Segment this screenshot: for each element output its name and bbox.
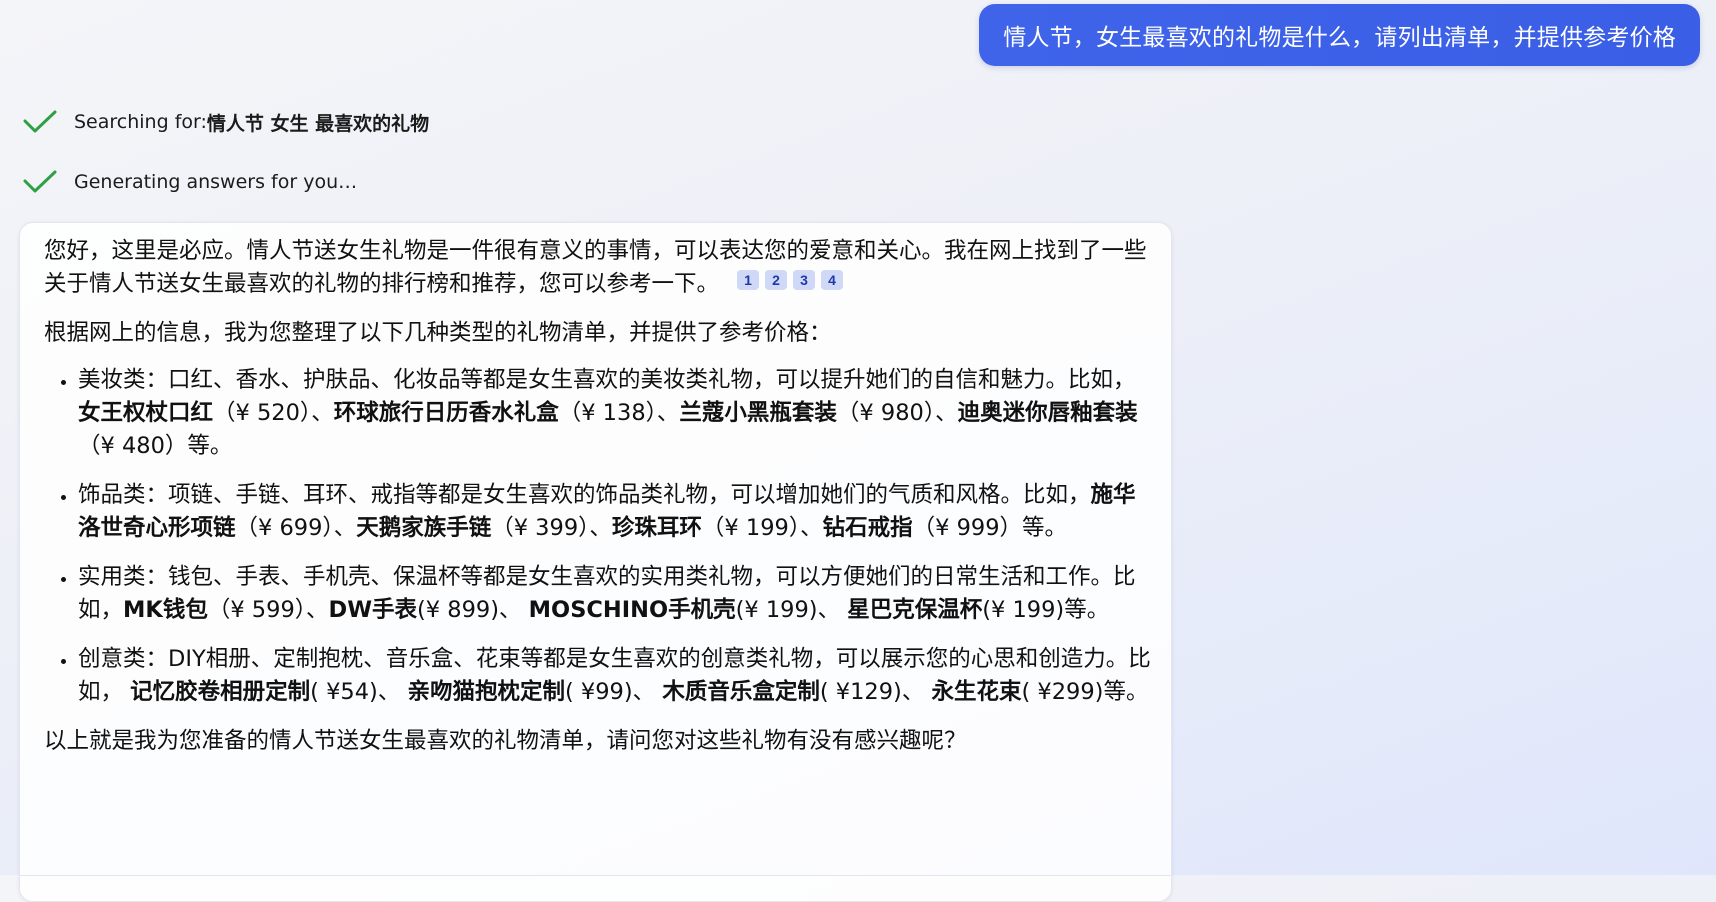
separator: 、	[632, 679, 663, 705]
gift-item-name: DW手表	[328, 597, 418, 623]
category-ending: 等。	[1103, 679, 1149, 705]
separator: 、	[499, 597, 529, 623]
gift-item-price: （¥ 138）	[558, 400, 657, 426]
gift-item-price: ( ¥99)	[565, 679, 633, 705]
answer-intro-paragraph: 您好，这里是必应。情人节送女生礼物是一件很有意义的事情，可以表达您的爱意和关心。…	[44, 235, 1151, 301]
answer-lead: 根据网上的信息，我为您整理了以下几种类型的礼物清单，并提供了参考价格：	[44, 320, 832, 346]
gift-item-name: MOSCHINO手机壳	[528, 597, 736, 623]
gift-item-price: (¥ 899)	[417, 597, 500, 623]
gift-item-name: 迪奥迷你唇釉套装	[957, 400, 1138, 426]
checkmark-icon	[23, 110, 57, 133]
gift-category-practical: 实用类：钱包、手表、手机壳、保温杯等都是女生喜欢的实用类礼物，可以方便她们的日常…	[78, 561, 1151, 627]
category-ending: 等。	[187, 433, 233, 459]
citation-1[interactable]: 1	[737, 270, 760, 290]
search-status-prefix: Searching for:	[74, 111, 207, 133]
answer-card: 您好，这里是必应。情人节送女生礼物是一件很有意义的事情，可以表达您的爱意和关心。…	[19, 222, 1172, 902]
gift-item-name: 永生花束	[931, 679, 1022, 705]
gift-category-creative: 创意类：DIY相册、定制抱枕、音乐盒、花束等都是女生喜欢的创意类礼物，可以展示您…	[78, 643, 1151, 709]
category-ending: 等。	[1064, 597, 1110, 623]
gift-item-name: 亲吻猫抱枕定制	[407, 679, 565, 705]
gift-item-name: 星巴克保温杯	[847, 597, 983, 623]
generating-status-text: Generating answers for you…	[74, 171, 358, 193]
category-ending: 等。	[1022, 515, 1068, 541]
gift-item-price: （¥ 399）	[491, 515, 590, 541]
separator: 、	[901, 679, 932, 705]
gift-item-name: 女王权杖口红	[78, 400, 214, 426]
gift-item-price: ( ¥54)	[310, 679, 378, 705]
gift-item-name: 兰蔻小黑瓶套装	[679, 400, 837, 426]
user-message-bubble: 情人节，女生最喜欢的礼物是什么，请列出清单，并提供参考价格	[979, 4, 1700, 66]
gift-item-name: 木质音乐盒定制	[662, 679, 820, 705]
gift-item-name: 环球旅行日历香水礼盒	[333, 400, 559, 426]
separator: 、	[935, 400, 958, 426]
separator: 、	[377, 679, 408, 705]
gift-item-price: （¥ 480）	[78, 433, 188, 459]
category-description: 美妆类：口红、香水、护肤品、化妆品等都是女生喜欢的美妆类礼物，可以提升她们的自信…	[78, 367, 1136, 393]
category-description: 饰品类：项链、手链、耳环、戒指等都是女生喜欢的饰品类礼物，可以增加她们的气质和风…	[78, 482, 1091, 508]
gift-item-price: （¥ 520）	[213, 400, 312, 426]
separator: 、	[306, 597, 329, 623]
gift-category-accessories: 饰品类：项链、手链、耳环、戒指等都是女生喜欢的饰品类礼物，可以增加她们的气质和风…	[78, 479, 1151, 545]
gift-category-list: 美妆类：口红、香水、护肤品、化妆品等都是女生喜欢的美妆类礼物，可以提升她们的自信…	[44, 364, 1151, 709]
separator: 、	[817, 597, 848, 623]
checkmark-icon	[23, 170, 57, 193]
search-status: Searching for: 情人节 女生 最喜欢的礼物	[22, 108, 429, 136]
gift-item-price: ( ¥299)	[1021, 679, 1104, 705]
user-message-text: 情人节，女生最喜欢的礼物是什么，请列出清单，并提供参考价格	[1003, 25, 1676, 51]
gift-item-name: 钻石戒指	[822, 515, 913, 541]
gift-item-price: ( ¥129)	[819, 679, 902, 705]
gift-item-name: 天鹅家族手链	[356, 515, 492, 541]
card-divider	[20, 875, 1171, 876]
citation-3[interactable]: 3	[793, 270, 816, 290]
separator: 、	[656, 400, 680, 426]
gift-item-price: (¥ 199)	[735, 597, 818, 623]
generating-status: Generating answers for you…	[22, 168, 357, 196]
gift-item-price: (¥ 199)	[982, 597, 1065, 623]
gift-item-price: （¥ 599）	[207, 597, 307, 623]
gift-item-name: MK钱包	[123, 597, 208, 623]
answer-intro-text: 您好，这里是必应。情人节送女生礼物是一件很有意义的事情，可以表达您的爱意和关心。…	[44, 238, 1147, 297]
gift-item-name: 记忆胶卷相册定制	[130, 679, 311, 705]
gift-item-price: （¥ 199）	[701, 515, 801, 541]
gift-item-price: （¥ 699）	[235, 515, 334, 541]
citation-2[interactable]: 2	[765, 270, 788, 290]
gift-item-price: （¥ 999）	[912, 515, 1023, 541]
gift-item-price: （¥ 980）	[836, 400, 936, 426]
separator: 、	[800, 515, 823, 541]
search-query[interactable]: 情人节 女生 最喜欢的礼物	[207, 109, 429, 136]
separator: 、	[589, 515, 612, 541]
separator: 、	[311, 400, 334, 426]
answer-closing: 以上就是我为您准备的情人节送女生最喜欢的礼物清单，请问您对这些礼物有没有感兴趣呢…	[44, 728, 967, 754]
gift-category-makeup: 美妆类：口红、香水、护肤品、化妆品等都是女生喜欢的美妆类礼物，可以提升她们的自信…	[78, 364, 1151, 463]
gift-item-name: 珍珠耳环	[611, 515, 702, 541]
separator: 、	[333, 515, 357, 541]
citation-4[interactable]: 4	[821, 270, 844, 290]
citation-group: 1234	[737, 270, 844, 290]
